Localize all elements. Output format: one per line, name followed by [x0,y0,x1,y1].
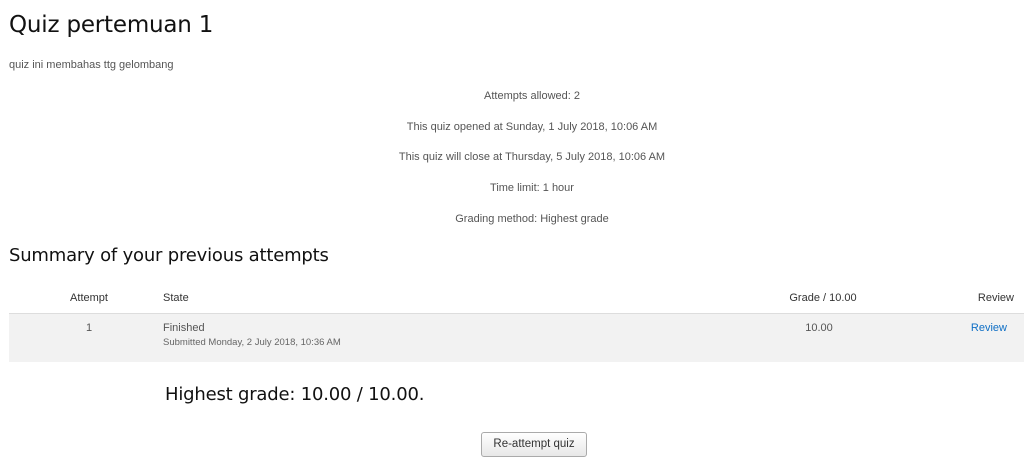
grading-method-text: Grading method: Highest grade [455,213,609,225]
column-header-state: State [163,292,189,304]
attempt-number: 1 [85,322,93,334]
attempts-table: Attempt State Grade / 10.00 Review 1 Fin… [9,284,1024,363]
quiz-description: quiz ini membahas ttg gelombang [9,59,174,71]
table-row: 1 Finished Submitted Monday, 2 July 2018… [9,314,1024,362]
state-label: Finished [163,322,205,334]
column-header-attempt: Attempt [70,292,108,304]
column-header-grade: Grade / 10.00 [789,292,857,304]
attempt-state: Finished Submitted Monday, 2 July 2018, … [163,322,341,348]
review-link[interactable]: Review [971,322,1007,334]
attempt-grade: 10.00 [805,322,833,334]
table-header: Attempt State Grade / 10.00 Review [9,284,1024,314]
summary-heading: Summary of your previous attempts [9,245,329,266]
submitted-time: Submitted Monday, 2 July 2018, 10:36 AM [163,337,341,348]
time-limit-text: Time limit: 1 hour [490,182,574,194]
column-header-review: Review [977,292,1014,304]
quiz-close-text: This quiz will close at Thursday, 5 July… [398,151,666,163]
quiz-page: Quiz pertemuan 1 quiz ini membahas ttg g… [0,0,1024,457]
page-title: Quiz pertemuan 1 [9,12,214,38]
quiz-opened-text: This quiz opened at Sunday, 1 July 2018,… [406,121,658,133]
highest-grade-text: Highest grade: 10.00 / 10.00. [165,384,425,405]
review-cell: Review [954,322,1007,334]
reattempt-quiz-button[interactable]: Re-attempt quiz [481,432,587,457]
attempts-allowed-text: Attempts allowed: 2 [484,90,580,102]
